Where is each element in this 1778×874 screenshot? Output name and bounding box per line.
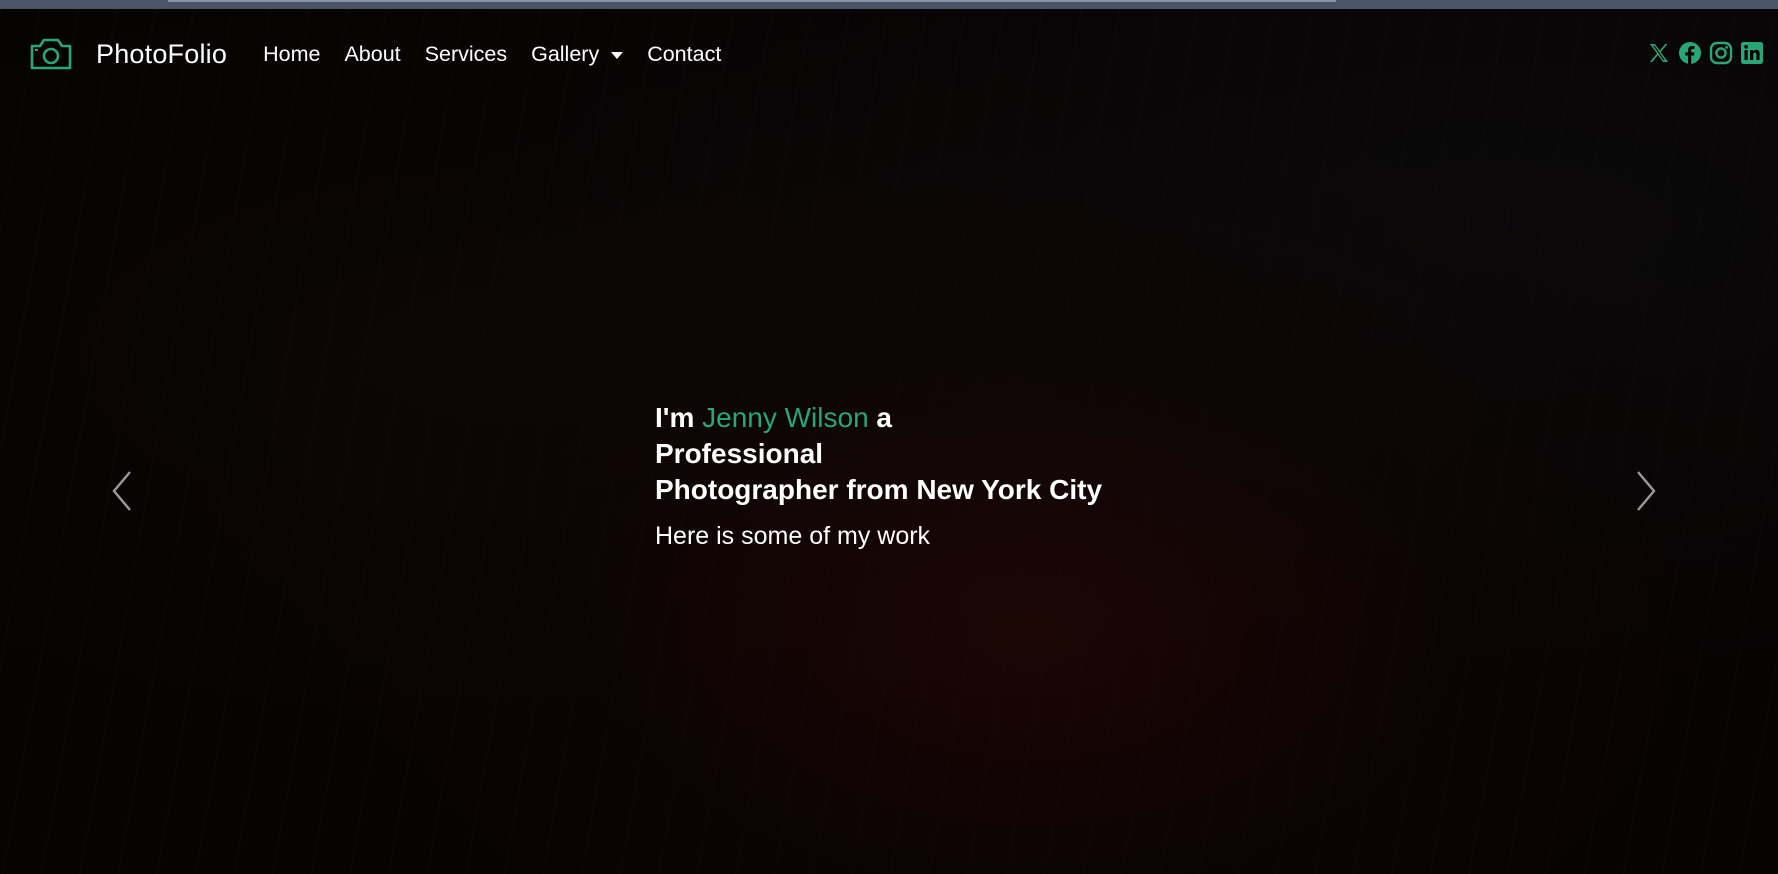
nav-item-gallery[interactable]: Gallery [531,41,624,67]
brand-name: PhotoFolio [96,38,228,69]
hero-line-2: Professional [655,438,824,469]
social-links [1640,41,1764,65]
hero-subtitle: Here is some of my work [655,522,931,550]
brand-link[interactable]: PhotoFolio [28,36,227,72]
hero-line-3: Photographer from New York City [655,474,1103,505]
caret-down-icon [611,51,624,59]
nav-item-home[interactable]: Home [263,42,320,67]
page: PhotoFolio Home About Services Gallery C… [0,0,1778,874]
facebook-icon[interactable] [1678,41,1702,65]
nav-menu: Home About Services Gallery Contact [263,42,745,67]
carousel-prev-button[interactable] [108,468,138,514]
carousel-next-button[interactable] [1630,468,1660,514]
browser-top-strip [0,0,1778,9]
chevron-right-icon [1637,471,1656,511]
nav-item-services[interactable]: Services [425,42,507,67]
nav-item-gallery-label: Gallery [531,41,600,66]
nav-item-about[interactable]: About [344,42,400,67]
nav-item-contact[interactable]: Contact [647,42,721,67]
instagram-icon[interactable] [1709,41,1733,65]
hero-after-name: a [868,402,892,433]
hero-intro: I'm [655,402,703,433]
linkedin-icon[interactable] [1740,41,1764,65]
x-twitter-icon[interactable] [1647,41,1671,65]
hero-content: I'm Jenny Wilson a Professional Photogra… [655,400,1255,551]
navbar: PhotoFolio Home About Services Gallery C… [0,9,1778,99]
hero-name: Jenny Wilson [702,402,869,433]
chevron-left-icon [112,471,131,511]
hero-headline: I'm Jenny Wilson a Professional Photogra… [655,400,1255,508]
browser-scroll-indicator [168,0,1336,2]
camera-icon [28,36,74,72]
